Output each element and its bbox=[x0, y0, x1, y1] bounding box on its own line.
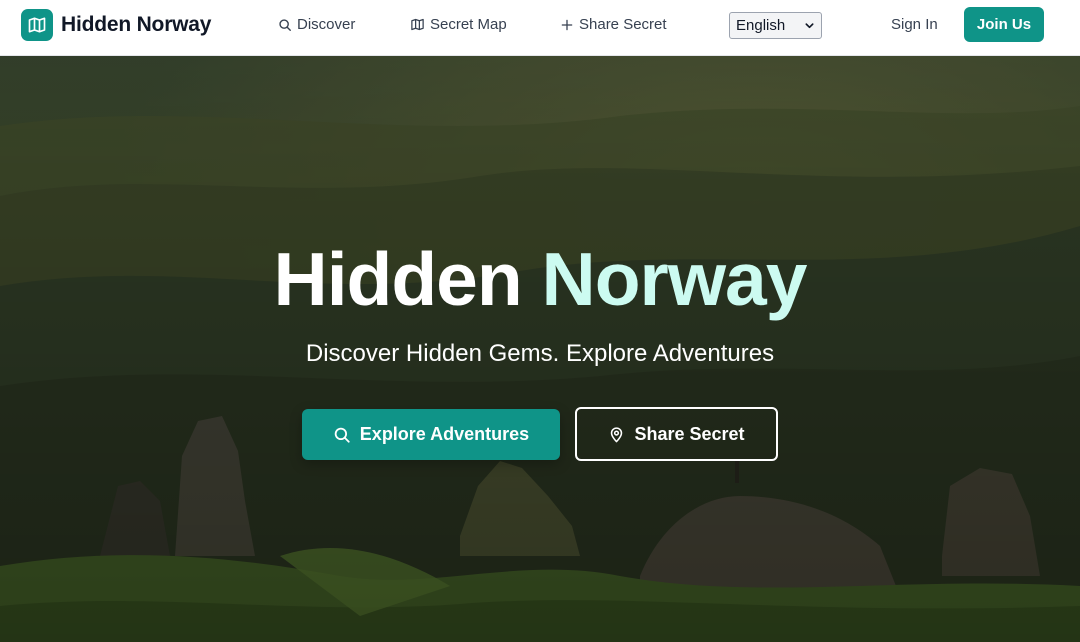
brand-name: Hidden Norway bbox=[61, 13, 212, 36]
hero-section: Hidden Norway Discover Hidden Gems. Expl… bbox=[0, 56, 1080, 642]
nav-secret-map-label: Secret Map bbox=[430, 16, 507, 33]
language-select[interactable]: English bbox=[729, 12, 822, 39]
map-icon bbox=[411, 18, 424, 31]
nav-share-secret-label: Share Secret bbox=[579, 16, 667, 33]
search-icon bbox=[279, 18, 291, 31]
explore-adventures-label: Explore Adventures bbox=[359, 424, 530, 444]
map-icon bbox=[21, 9, 53, 41]
hero-title: Hidden Norway bbox=[0, 236, 1080, 322]
map-pin-icon bbox=[611, 426, 623, 442]
top-navbar: Hidden Norway Discover Secret Map Share … bbox=[0, 0, 1080, 56]
search-icon bbox=[334, 427, 350, 443]
language-selected: English bbox=[736, 17, 786, 34]
explore-adventures-button[interactable]: Explore Adventures bbox=[302, 409, 560, 460]
nav-secret-map[interactable]: Secret Map bbox=[410, 16, 507, 33]
share-secret-button[interactable]: Share Secret bbox=[575, 407, 778, 461]
join-us-button[interactable]: Join Us bbox=[964, 7, 1044, 42]
brand-home-link[interactable]: Hidden Norway bbox=[21, 9, 211, 41]
hero-subtitle: Discover Hidden Gems. Explore Adventures bbox=[305, 340, 775, 367]
nav-discover-label: Discover bbox=[297, 16, 356, 33]
nav-discover[interactable]: Discover bbox=[278, 16, 355, 33]
hero-title-part2: Norway bbox=[541, 237, 808, 321]
nav-share-secret[interactable]: Share Secret bbox=[560, 16, 667, 33]
sign-in-link[interactable]: Sign In bbox=[891, 16, 938, 33]
plus-icon bbox=[561, 19, 573, 30]
chevron-down-icon bbox=[805, 23, 814, 29]
share-secret-label: Share Secret bbox=[634, 423, 745, 444]
hero-title-part1: Hidden bbox=[273, 237, 523, 321]
